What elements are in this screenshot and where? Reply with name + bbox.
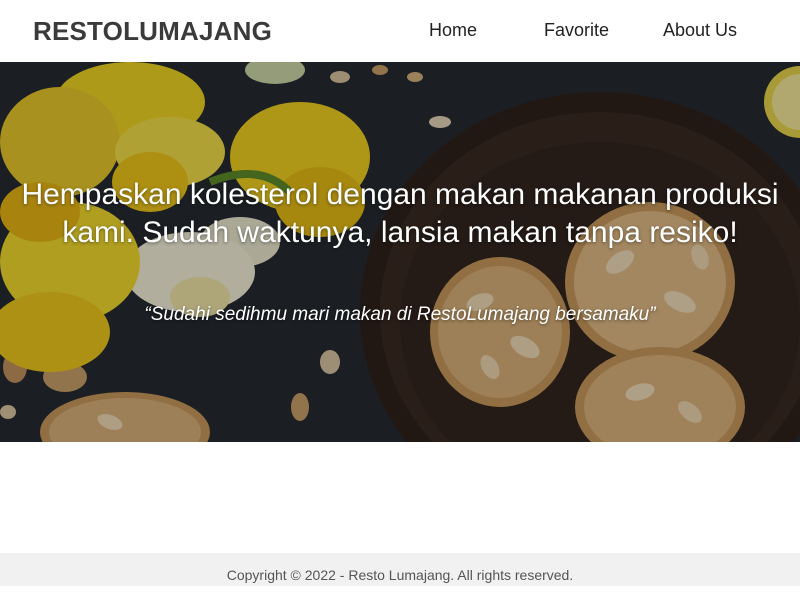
hero-quote: “Sudahi sedihmu mari makan di RestoLumaj… — [144, 304, 656, 325]
nav-about-us-link[interactable]: About Us — [663, 20, 737, 41]
page-footer: Copyright © 2022 - Resto Lumajang. All r… — [0, 553, 800, 586]
nav-home-link[interactable]: Home — [429, 20, 477, 41]
app-header: RESTOLUMAJANG Home Favorite About Us — [0, 0, 800, 62]
nav-favorite-link[interactable]: Favorite — [544, 20, 609, 41]
hero-banner: Hempaskan kolesterol dengan makan makana… — [0, 62, 800, 442]
copyright-text: Copyright © 2022 - Resto Lumajang. All r… — [226, 567, 574, 583]
brand-logo-text[interactable]: RESTOLUMAJANG — [33, 16, 272, 47]
hero-dark-overlay — [0, 62, 800, 442]
hero-headline: Hempaskan kolesterol dengan makan makana… — [21, 178, 779, 249]
